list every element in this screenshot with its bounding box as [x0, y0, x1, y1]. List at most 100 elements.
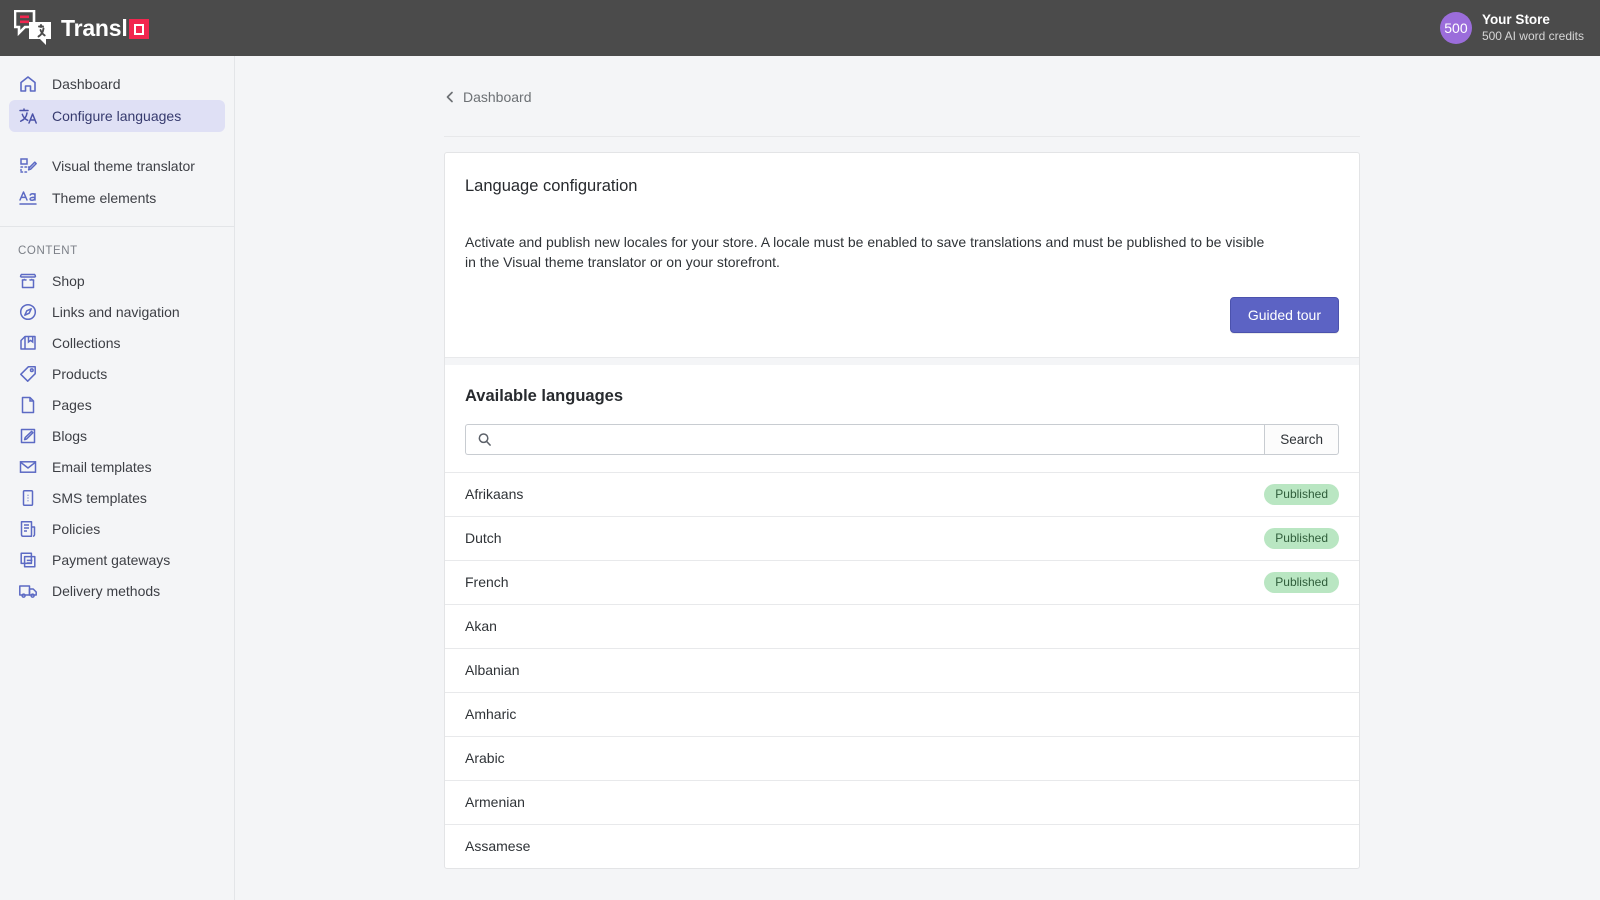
- sidebar-item-label: Links and navigation: [52, 304, 180, 320]
- available-languages-title: Available languages: [445, 365, 1359, 406]
- sidebar-item-pages[interactable]: Pages: [9, 389, 225, 420]
- compass-icon: [18, 302, 38, 322]
- top-bar: Transl 500 Your Store 500 AI word credit…: [0, 0, 1600, 56]
- card-section-gap: [445, 358, 1359, 365]
- sidebar-section-title-content: CONTENT: [0, 227, 234, 265]
- tag-icon: [18, 364, 38, 384]
- status-badge: Published: [1264, 528, 1339, 549]
- table-row[interactable]: Dutch Published: [445, 516, 1359, 560]
- main-content: Dashboard Language configuration Activat…: [235, 56, 1600, 900]
- user-meta: Your Store 500 AI word credits: [1482, 12, 1584, 44]
- brand-name: Transl: [61, 15, 149, 42]
- language-name: Amharic: [465, 706, 516, 722]
- search-input[interactable]: [502, 431, 1253, 447]
- table-row[interactable]: Assamese: [445, 824, 1359, 868]
- collection-icon: [18, 333, 38, 353]
- status-badge: Published: [1264, 484, 1339, 505]
- language-name: Albanian: [465, 662, 520, 678]
- sidebar-item-label: Blogs: [52, 428, 87, 444]
- sidebar-item-label: Dashboard: [52, 76, 121, 92]
- sidebar-item-label: Delivery methods: [52, 583, 160, 599]
- table-row[interactable]: Amharic: [445, 692, 1359, 736]
- breadcrumb[interactable]: Dashboard: [444, 89, 532, 105]
- status-badge: Published: [1264, 572, 1339, 593]
- language-list: Afrikaans Published Dutch Published Fren…: [445, 472, 1359, 868]
- sidebar-item-dashboard[interactable]: Dashboard: [9, 68, 225, 100]
- sidebar-item-shop[interactable]: Shop: [9, 265, 225, 296]
- theme-edit-icon: [18, 156, 38, 176]
- table-row[interactable]: Albanian: [445, 648, 1359, 692]
- sidebar-item-label: Theme elements: [52, 190, 156, 206]
- sidebar-item-visual-theme-translator[interactable]: Visual theme translator: [9, 150, 225, 182]
- policy-document-icon: [18, 519, 38, 539]
- sidebar-item-label: Policies: [52, 521, 100, 537]
- home-icon: [18, 74, 38, 94]
- envelope-icon: [18, 457, 38, 477]
- language-name: Assamese: [465, 838, 530, 854]
- sidebar-item-label: Pages: [52, 397, 92, 413]
- search-input-wrapper[interactable]: [465, 424, 1264, 455]
- language-name: Arabic: [465, 750, 505, 766]
- document-lines-icon: [129, 19, 149, 39]
- guided-tour-button[interactable]: Guided tour: [1230, 297, 1339, 333]
- language-name: Dutch: [465, 530, 502, 546]
- sidebar: Dashboard Configure languages Visual the…: [0, 56, 235, 900]
- config-card-description: Activate and publish new locales for you…: [445, 196, 1290, 273]
- sidebar-item-policies[interactable]: Policies: [9, 513, 225, 544]
- sidebar-item-configure-languages[interactable]: Configure languages: [9, 100, 225, 132]
- table-row[interactable]: French Published: [445, 560, 1359, 604]
- sidebar-item-label: Collections: [52, 335, 120, 351]
- language-name: Akan: [465, 618, 497, 634]
- ai-credits-badge: 500: [1440, 12, 1472, 44]
- sidebar-item-delivery-methods[interactable]: Delivery methods: [9, 575, 225, 606]
- sidebar-item-label: Products: [52, 366, 107, 382]
- language-configuration-card: Language configuration Activate and publ…: [444, 152, 1360, 869]
- sidebar-item-label: Configure languages: [52, 108, 181, 124]
- sidebar-item-blogs[interactable]: Blogs: [9, 420, 225, 451]
- phone-message-icon: [18, 488, 38, 508]
- sidebar-item-label: SMS templates: [52, 490, 147, 506]
- table-row[interactable]: Arabic: [445, 736, 1359, 780]
- search-button[interactable]: Search: [1264, 424, 1339, 455]
- store-name: Your Store: [1482, 12, 1584, 29]
- breadcrumb-label: Dashboard: [463, 89, 532, 105]
- pencil-square-icon: [18, 426, 38, 446]
- sidebar-item-links-and-navigation[interactable]: Links and navigation: [9, 296, 225, 327]
- sidebar-item-products[interactable]: Products: [9, 358, 225, 389]
- store-icon: [18, 271, 38, 291]
- typography-icon: [18, 188, 38, 208]
- table-row[interactable]: Armenian: [445, 780, 1359, 824]
- page-icon: [18, 395, 38, 415]
- config-card-header: Language configuration: [445, 153, 1359, 196]
- brand-logo-area[interactable]: Transl: [0, 10, 149, 46]
- table-row[interactable]: Akan: [445, 604, 1359, 648]
- page-title: Language configuration: [465, 177, 1339, 196]
- payment-card-icon: [18, 550, 38, 570]
- config-card-actions: Guided tour: [445, 273, 1359, 357]
- translate-icon: [18, 106, 38, 126]
- language-name: Armenian: [465, 794, 525, 810]
- table-row[interactable]: Afrikaans Published: [445, 472, 1359, 516]
- sidebar-item-collections[interactable]: Collections: [9, 327, 225, 358]
- sidebar-item-payment-gateways[interactable]: Payment gateways: [9, 544, 225, 575]
- header-divider: [444, 136, 1360, 137]
- language-name: French: [465, 574, 509, 590]
- sidebar-item-theme-elements[interactable]: Theme elements: [9, 182, 225, 214]
- sidebar-content-list: Shop Links and navigation Collections Pr…: [0, 265, 234, 606]
- language-search-row: Search: [465, 424, 1339, 455]
- magnifier-icon: [477, 432, 492, 447]
- sidebar-spacer: [0, 132, 234, 150]
- sidebar-item-label: Email templates: [52, 459, 152, 475]
- brand-text-label: Transl: [61, 15, 128, 42]
- chevron-left-icon: [444, 91, 456, 103]
- sidebar-item-label: Visual theme translator: [52, 158, 195, 174]
- truck-icon: [18, 581, 38, 601]
- language-name: Afrikaans: [465, 486, 523, 502]
- translation-speech-bubbles-icon: [14, 10, 52, 46]
- sidebar-item-email-templates[interactable]: Email templates: [9, 451, 225, 482]
- store-credits-subtitle: 500 AI word credits: [1482, 29, 1584, 44]
- user-account-area[interactable]: 500 Your Store 500 AI word credits: [1440, 12, 1600, 44]
- sidebar-item-label: Shop: [52, 273, 85, 289]
- sidebar-item-sms-templates[interactable]: SMS templates: [9, 482, 225, 513]
- sidebar-item-label: Payment gateways: [52, 552, 170, 568]
